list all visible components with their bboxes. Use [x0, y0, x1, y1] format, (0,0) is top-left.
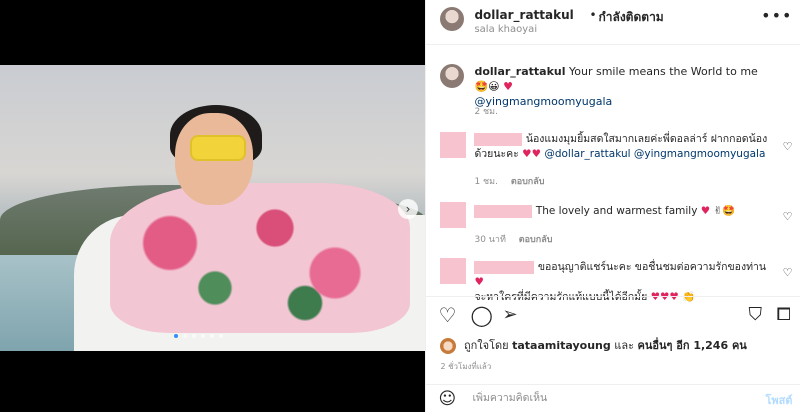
posted-time: 2 ชั่วโมงที่แล้ว: [440, 362, 492, 371]
redacted-username[interactable]: [474, 260, 535, 274]
bookmark-icon[interactable]: ⛉: [748, 304, 762, 325]
emoji-icon[interactable]: ☺: [438, 389, 456, 409]
comment-emojis: ✌🤩: [713, 205, 736, 217]
carousel-dots: [174, 334, 223, 338]
comments-list: dollar_rattakul Your smile means the Wor…: [426, 46, 800, 303]
heart-emoji-icon: ♥: [503, 80, 514, 93]
comment-icon[interactable]: ◯: [470, 303, 492, 327]
comment-mentions[interactable]: @dollar_rattakul @yingmangmoomyugala: [544, 148, 765, 160]
reply-button[interactable]: ตอบกลับ: [511, 177, 545, 187]
post-media: ›: [0, 0, 426, 412]
carousel-dot: [174, 334, 178, 338]
avatar[interactable]: [440, 7, 465, 31]
avatar[interactable]: [440, 258, 467, 284]
caption-time: 2 ชม.: [474, 107, 498, 117]
likes-others[interactable]: คนอื่นๆ อีก 1,246 คน: [637, 339, 746, 352]
photo-person: [110, 183, 410, 333]
more-icon[interactable]: •••: [761, 6, 792, 25]
carousel-dot: [201, 334, 205, 338]
bookmark-alt-icon[interactable]: ⧠: [776, 304, 790, 325]
comment-2: The lovely and warmest family ♥ ✌🤩: [474, 204, 769, 219]
comment-bar: ☺ โพสต์: [426, 384, 800, 413]
likes-prefix: ถูกใจโดย: [463, 339, 509, 352]
heart-emoji-icon: ♥: [700, 205, 711, 217]
likes-and: และ: [614, 339, 634, 352]
likes-user[interactable]: tataamitayoung: [512, 339, 611, 352]
redacted-username[interactable]: [474, 132, 523, 146]
post-header: dollar_rattakul • กำลังติดตาม sala khaoy…: [426, 0, 800, 45]
heart-icon[interactable]: ♡: [783, 266, 793, 279]
post-photo[interactable]: [0, 65, 426, 351]
heart-emoji-icon: ♥: [474, 276, 484, 288]
comment-input[interactable]: [470, 391, 735, 405]
comment-1: น้องแมงมุมยิ้มสดใสมากเลยค่ะพี่ดอลล่าร์ ฝ…: [474, 132, 769, 162]
post-button[interactable]: โพสต์: [765, 391, 792, 409]
carousel-dot: [192, 334, 196, 338]
caption-username[interactable]: dollar_rattakul: [474, 65, 565, 78]
avatar[interactable]: [440, 202, 467, 228]
carousel-dot: [219, 334, 223, 338]
comment-time: 1 ชม.: [474, 177, 498, 187]
photo-glasses: [190, 135, 246, 161]
header-username[interactable]: dollar_rattakul: [474, 8, 573, 22]
likes-summary: ถูกใจโดย tataamitayoung และ คนอื่นๆ อีก …: [440, 336, 747, 354]
reply-button[interactable]: ตอบกลับ: [519, 235, 553, 245]
action-bar: ♡ ◯ ➢ ⛉ ⧠: [426, 296, 800, 333]
header-location[interactable]: sala khaoyai: [474, 24, 537, 35]
heart-icon[interactable]: ♡: [438, 303, 456, 327]
redacted-username[interactable]: [474, 204, 533, 218]
header-separator: •: [589, 8, 597, 22]
heart-icon[interactable]: ♡: [783, 140, 793, 153]
comment-meta: 1 ชม. ตอบกลับ: [474, 174, 554, 188]
avatar[interactable]: [440, 338, 457, 354]
chevron-right-icon[interactable]: ›: [398, 199, 418, 219]
instagram-post: › dollar_rattakul • กำลังติดตาม sala kha…: [0, 0, 800, 412]
carousel-dot: [183, 334, 187, 338]
comment-time: 30 นาที: [474, 235, 506, 245]
heart-icon[interactable]: ♡: [783, 210, 793, 223]
comment-text: The lovely and warmest family: [535, 205, 698, 217]
comment-text: ขออนุญาติแชร์นะคะ ขอชื่นชมต่อความรักของท…: [537, 261, 767, 273]
comment-meta: 30 นาที ตอบกลับ: [474, 232, 562, 246]
avatar[interactable]: [440, 64, 465, 88]
send-icon[interactable]: ➢: [502, 304, 517, 325]
heart-emoji-icon: ♥♥: [522, 148, 541, 160]
avatar[interactable]: [440, 132, 467, 158]
carousel-dot: [210, 334, 214, 338]
caption: dollar_rattakul Your smile means the Wor…: [474, 64, 764, 109]
post-sidebar: dollar_rattakul • กำลังติดตาม sala khaoy…: [425, 0, 800, 412]
follow-button[interactable]: กำลังติดตาม: [598, 8, 663, 27]
